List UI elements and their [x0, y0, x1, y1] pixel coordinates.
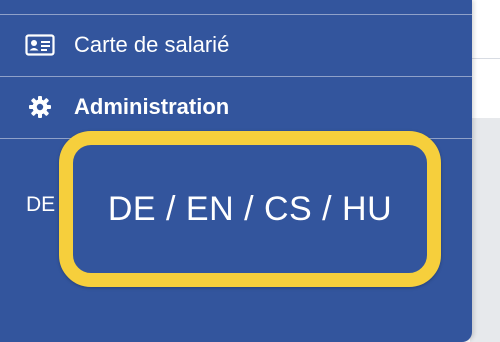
menu-item-label: Carte de salarié: [74, 32, 230, 57]
navigation-drawer: Carte de salarié Administration DE DE / …: [0, 0, 472, 342]
id-card-icon: [24, 33, 56, 57]
menu-item-label: Administration: [74, 94, 230, 119]
menu-item-administration[interactable]: Administration: [0, 78, 472, 136]
menu-divider: [0, 14, 472, 15]
background-grey-area: [470, 118, 500, 342]
language-switcher[interactable]: DE / EN / CS / HU: [75, 147, 425, 271]
menu-item-employee-card[interactable]: Carte de salarié: [0, 16, 472, 74]
gear-icon: [24, 95, 56, 119]
menu-divider: [0, 76, 472, 77]
current-language-label: DE: [26, 193, 56, 216]
